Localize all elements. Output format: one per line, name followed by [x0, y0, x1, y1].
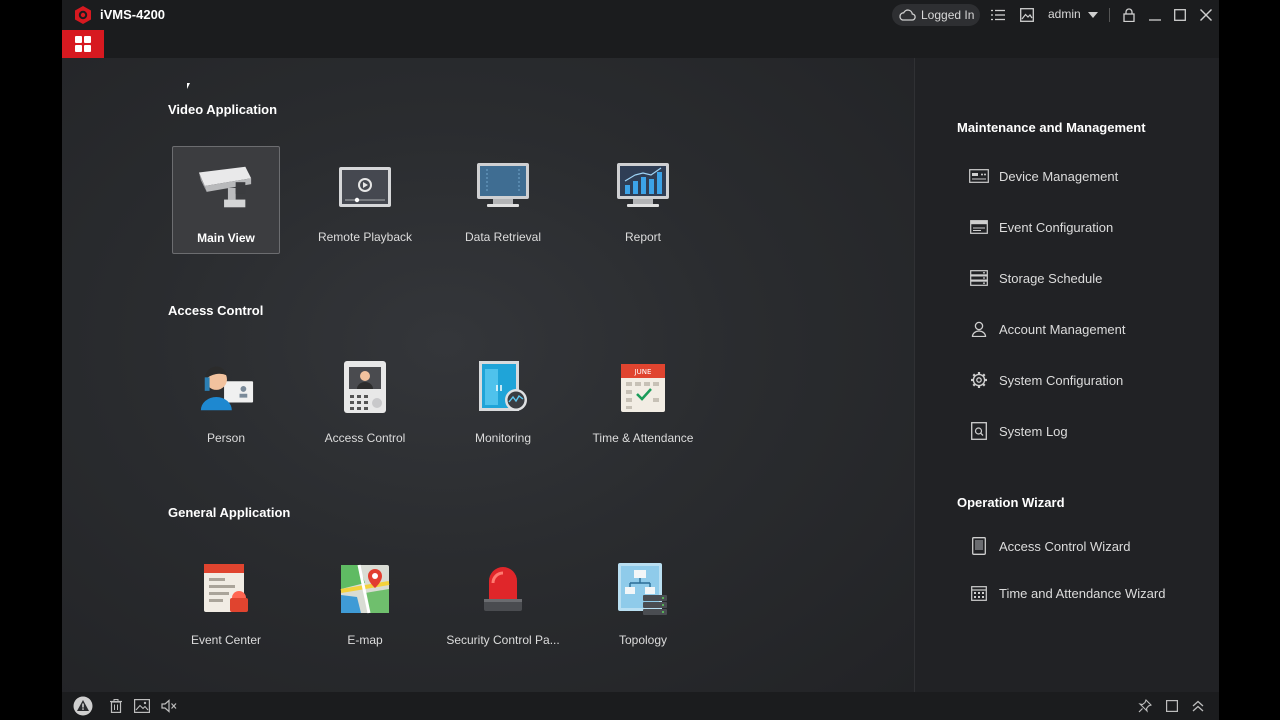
- menu-system-configuration[interactable]: System Configuration: [969, 368, 1123, 392]
- home-button[interactable]: [62, 30, 104, 58]
- door-monitor-icon: [474, 359, 532, 415]
- right-panel: Maintenance and Management Device Manage…: [914, 58, 1219, 692]
- minimize-icon[interactable]: [1147, 7, 1163, 23]
- tile-person[interactable]: Person: [172, 347, 280, 455]
- gear-icon: [969, 371, 989, 389]
- pin-icon[interactable]: [1137, 698, 1153, 714]
- grid-icon: [75, 36, 91, 52]
- bottom-bar: [62, 692, 1219, 720]
- menu-storage-schedule[interactable]: Storage Schedule: [969, 266, 1102, 290]
- calendar-grid-icon: [969, 584, 989, 602]
- menu-time-attendance-wizard[interactable]: Time and Attendance Wizard: [969, 581, 1165, 605]
- image-capture-icon[interactable]: [134, 698, 150, 714]
- monitor-icon: [474, 158, 532, 214]
- tile-label: Security Control Pa...: [446, 633, 560, 647]
- tile-label: E-map: [347, 633, 383, 647]
- event-config-icon: [969, 218, 989, 236]
- menu-account-management[interactable]: Account Management: [969, 317, 1125, 341]
- close-icon[interactable]: [1198, 7, 1214, 23]
- tile-report[interactable]: Report: [589, 146, 697, 254]
- tablet-icon: [969, 537, 989, 555]
- svg-text:JUNE: JUNE: [634, 368, 652, 376]
- account-icon: [969, 320, 989, 338]
- tile-event-center[interactable]: Event Center: [172, 549, 280, 657]
- task-list-icon[interactable]: [990, 7, 1006, 23]
- tile-security-control-panel[interactable]: Security Control Pa...: [446, 549, 560, 657]
- door-station-icon: [336, 359, 394, 415]
- app-title: iVMS-4200: [100, 7, 166, 22]
- menu-access-control-wizard[interactable]: Access Control Wizard: [969, 534, 1130, 558]
- menu-label: Storage Schedule: [999, 270, 1103, 286]
- chevron-down-icon[interactable]: [1085, 7, 1101, 23]
- tile-remote-playback[interactable]: Remote Playback: [311, 146, 419, 254]
- tile-label: Access Control: [324, 431, 406, 445]
- menu-event-configuration[interactable]: Event Configuration: [969, 215, 1113, 239]
- title-separator: [1109, 8, 1110, 22]
- app-logo-icon: [75, 6, 91, 24]
- user-name[interactable]: admin: [1048, 7, 1081, 21]
- tile-label: Remote Playback: [317, 230, 413, 244]
- topology-icon: [614, 561, 672, 617]
- playback-icon: [336, 158, 394, 214]
- app-window: iVMS-4200 Logged In admin Video Applicat…: [62, 0, 1219, 720]
- picture-icon[interactable]: [1019, 7, 1035, 23]
- alarm-warning-icon[interactable]: [73, 696, 93, 716]
- tile-label: Event Center: [190, 633, 262, 647]
- tile-main-view[interactable]: Main View: [172, 146, 280, 254]
- tile-label: Main View: [197, 231, 255, 245]
- calendar-icon: JUNE: [614, 359, 672, 415]
- mouse-cursor: [187, 83, 190, 89]
- tile-label: Monitoring: [474, 431, 532, 445]
- window-icon[interactable]: [1164, 698, 1180, 714]
- cloud-icon: [899, 9, 916, 21]
- mute-icon[interactable]: [161, 698, 177, 714]
- menu-system-log[interactable]: System Log: [969, 419, 1068, 443]
- menu-label: Account Management: [999, 321, 1126, 337]
- menu-label: Access Control Wizard: [999, 538, 1131, 554]
- menu-label: Event Configuration: [999, 219, 1114, 235]
- tile-e-map[interactable]: E-map: [311, 549, 419, 657]
- tile-label: Data Retrieval: [464, 230, 542, 244]
- tile-topology[interactable]: Topology: [589, 549, 697, 657]
- map-icon: [336, 561, 394, 617]
- maximize-icon[interactable]: [1172, 7, 1188, 23]
- trash-icon[interactable]: [108, 698, 124, 714]
- camera-icon: [197, 159, 255, 215]
- tile-label: Person: [206, 431, 246, 445]
- menu-label: System Configuration: [999, 372, 1124, 388]
- chevron-up-double-icon[interactable]: [1190, 698, 1206, 714]
- menu-label: Time and Attendance Wizard: [999, 585, 1166, 601]
- nav-bar: [62, 30, 1219, 58]
- tile-data-retrieval[interactable]: Data Retrieval: [449, 146, 557, 254]
- tile-access-control[interactable]: Access Control: [311, 347, 419, 455]
- section-title-general: General Application: [168, 505, 291, 520]
- event-center-icon: [197, 561, 255, 617]
- tile-label: Report: [624, 230, 662, 244]
- tile-time-attendance[interactable]: JUNE Time & Attendance: [589, 347, 697, 455]
- menu-label: System Log: [999, 423, 1068, 439]
- section-title-access: Access Control: [168, 303, 264, 318]
- report-chart-icon: [614, 158, 672, 214]
- main-content: Video Application Main View Remote Playb…: [62, 58, 914, 692]
- tile-label: Time & Attendance: [592, 431, 694, 445]
- lock-icon[interactable]: [1121, 7, 1137, 23]
- maintenance-title: Maintenance and Management: [957, 120, 1146, 135]
- menu-device-management[interactable]: Device Management: [969, 164, 1118, 188]
- tile-monitoring[interactable]: Monitoring: [449, 347, 557, 455]
- tile-label: Topology: [618, 633, 668, 647]
- device-icon: [969, 167, 989, 185]
- menu-label: Device Management: [999, 168, 1119, 184]
- person-icon: [197, 359, 255, 415]
- wizard-title: Operation Wizard: [957, 495, 1065, 510]
- log-icon: [969, 422, 989, 440]
- storage-icon: [969, 269, 989, 287]
- login-status-badge[interactable]: Logged In: [892, 4, 980, 26]
- section-title-video: Video Application: [168, 102, 278, 117]
- alarm-light-icon: [474, 561, 532, 617]
- title-bar: iVMS-4200 Logged In admin: [62, 0, 1219, 30]
- login-status-label: Logged In: [921, 8, 975, 22]
